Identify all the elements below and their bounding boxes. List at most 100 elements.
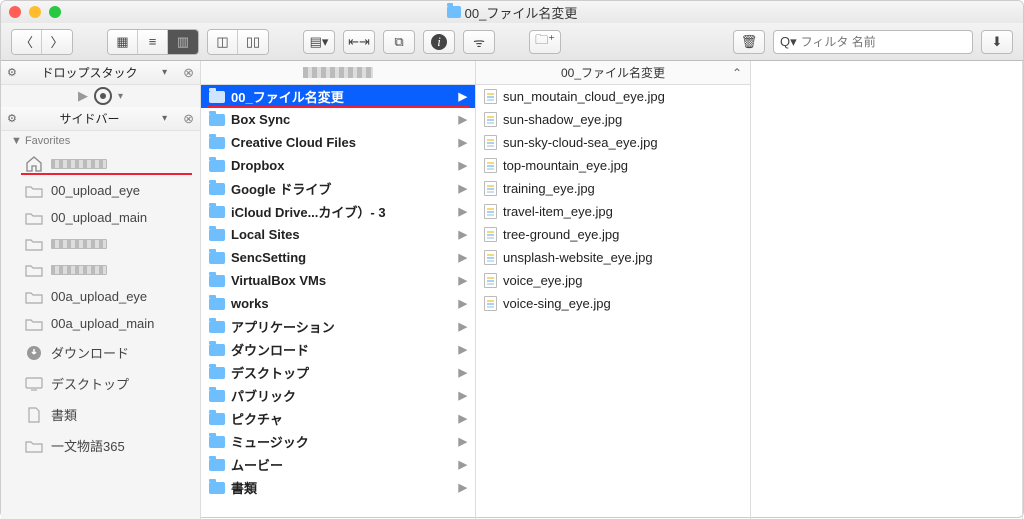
file-row[interactable]: voice_eye.jpg (476, 269, 750, 292)
folder-icon (209, 413, 225, 425)
copy-button[interactable]: ⧉ (383, 30, 415, 54)
column-1-header[interactable] (201, 61, 475, 85)
folder-row[interactable]: デスクトップ▶ (201, 361, 475, 384)
sidebar-item-label: 一文物語365 (51, 436, 125, 455)
dropstack-label: ドロップスタック (21, 64, 158, 81)
dual-vertical-button[interactable]: ▯▯ (238, 30, 268, 54)
sidebar-item-label: 00a_upload_eye (51, 289, 147, 304)
folder-row[interactable]: Google ドライブ▶ (201, 177, 475, 200)
sidebar-item[interactable]: デスクトップ (1, 368, 200, 399)
connect-icon: ᯤ (473, 33, 485, 51)
folder-icon (209, 367, 225, 379)
image-file-icon (484, 89, 497, 104)
folder-row[interactable]: works▶ (201, 292, 475, 315)
folder-icon (209, 344, 225, 356)
gear-icon[interactable]: ⚙ (7, 112, 17, 125)
file-row[interactable]: top-mountain_eye.jpg (476, 154, 750, 177)
chevron-right-icon: ▶ (459, 136, 467, 149)
copy-icon: ⧉ (394, 34, 403, 50)
sidebar-header[interactable]: ⚙ サイドバー ▾ ⊗ (1, 107, 200, 131)
gear-icon[interactable]: ⚙ (7, 66, 17, 79)
folder-row[interactable]: VirtualBox VMs▶ (201, 269, 475, 292)
folder-row[interactable]: アプリケーション▶ (201, 315, 475, 338)
trash-button[interactable]: 🗑 (733, 30, 765, 54)
file-row[interactable]: voice-sing_eye.jpg (476, 292, 750, 315)
search-input[interactable] (801, 35, 966, 49)
folder-row-label: ミュージック (231, 432, 309, 451)
folder-row[interactable]: ムービー▶ (201, 453, 475, 476)
measure-button[interactable]: ⇤⇥ (343, 30, 375, 54)
folder-row[interactable]: Creative Cloud Files▶ (201, 131, 475, 154)
new-folder-button[interactable]: 🗀⁺ (529, 30, 561, 54)
folder-row[interactable]: SencSetting▶ (201, 246, 475, 269)
icon-view-button[interactable]: ▦ (108, 30, 138, 54)
sidebar-item[interactable] (1, 231, 200, 257)
info-button[interactable]: i (423, 30, 455, 54)
file-row[interactable]: sun-shadow_eye.jpg (476, 108, 750, 131)
close-icon[interactable]: ⊗ (183, 65, 194, 81)
new-folder-icon: 🗀⁺ (535, 31, 555, 53)
file-row-label: voice_eye.jpg (503, 273, 583, 288)
sidebar-item[interactable]: 一文物語365 (1, 430, 200, 461)
folder-row[interactable]: Box Sync▶ (201, 108, 475, 131)
back-button[interactable]: 〈 (12, 30, 42, 54)
folder-icon (209, 321, 225, 333)
file-row[interactable]: sun-sky-cloud-sea_eye.jpg (476, 131, 750, 154)
folder-row[interactable]: ダウンロード▶ (201, 338, 475, 361)
folder-row[interactable]: Dropbox▶ (201, 154, 475, 177)
image-file-icon (484, 227, 497, 242)
folder-icon (447, 6, 461, 18)
sort-caret-icon[interactable]: ⌃ (732, 66, 742, 80)
sidebar-item[interactable]: ダウンロード (1, 337, 200, 368)
redacted-text (303, 67, 373, 78)
folder-icon (209, 275, 225, 287)
dual-horizontal-button[interactable]: ◫ (208, 30, 238, 54)
file-row[interactable]: sun_moutain_cloud_eye.jpg (476, 85, 750, 108)
chevron-down-icon: ▾ (162, 113, 167, 124)
search-box[interactable]: Q▾ (773, 30, 973, 54)
favorites-header[interactable]: ▼ Favorites (1, 131, 200, 151)
column-view-button[interactable]: ▥ (168, 30, 198, 54)
folder-row[interactable]: ピクチャ▶ (201, 407, 475, 430)
sidebar-item[interactable] (1, 257, 200, 283)
window-title: 00_ファイル名変更 (1, 3, 1023, 22)
folder-row[interactable]: iCloud Drive...カイブ）- 3▶ (201, 200, 475, 223)
folder-row-label: Dropbox (231, 158, 284, 173)
file-row[interactable]: tree-ground_eye.jpg (476, 223, 750, 246)
sidebar-item[interactable]: 書類 (1, 399, 200, 430)
sidebar-favorites-list: 00_upload_eye00_upload_main 00a_upload_ey… (1, 151, 200, 461)
file-row-label: sun_moutain_cloud_eye.jpg (503, 89, 665, 104)
download-button[interactable]: ⬇ (981, 30, 1013, 54)
folder-row[interactable]: Local Sites▶ (201, 223, 475, 246)
column-2-header[interactable]: 00_ファイル名変更 ⌃ (476, 61, 750, 85)
folder-icon (25, 184, 43, 198)
sidebar-item[interactable]: 00_upload_main (1, 204, 200, 231)
file-row[interactable]: unsplash-website_eye.jpg (476, 246, 750, 269)
folder-row[interactable]: 書類▶ (201, 476, 475, 499)
folder-row[interactable]: ミュージック▶ (201, 430, 475, 453)
file-row[interactable]: training_eye.jpg (476, 177, 750, 200)
list-view-button[interactable]: ≡ (138, 30, 168, 54)
file-row-label: unsplash-website_eye.jpg (503, 250, 653, 265)
dual-pane-buttons: ◫ ▯▯ (207, 29, 269, 55)
close-icon[interactable]: ⊗ (183, 111, 194, 127)
image-file-icon (484, 158, 497, 173)
sidebar-item[interactable]: 00_upload_eye (1, 177, 200, 204)
arrange-button[interactable]: ▤▾ (303, 30, 335, 54)
folder-row[interactable]: パブリック▶ (201, 384, 475, 407)
home-icon (25, 157, 43, 171)
search-icon: Q▾ (780, 34, 797, 50)
folder-row[interactable]: 00_ファイル名変更▶ (201, 85, 475, 108)
document-icon (25, 408, 43, 422)
file-row[interactable]: travel-item_eye.jpg (476, 200, 750, 223)
redacted-text (51, 265, 107, 275)
dropstack-header[interactable]: ⚙ ドロップスタック ▾ ⊗ (1, 61, 200, 85)
sidebar-item[interactable]: 00a_upload_main (1, 310, 200, 337)
sidebar-item[interactable] (1, 151, 200, 177)
connect-button[interactable]: ᯤ (463, 30, 495, 54)
highlight-underline (21, 173, 192, 175)
sidebar-item[interactable]: 00a_upload_eye (1, 283, 200, 310)
dropstack-target[interactable]: ▶ ▾ (1, 85, 200, 107)
redacted-text (51, 239, 107, 249)
forward-button[interactable]: 〉 (42, 30, 72, 54)
